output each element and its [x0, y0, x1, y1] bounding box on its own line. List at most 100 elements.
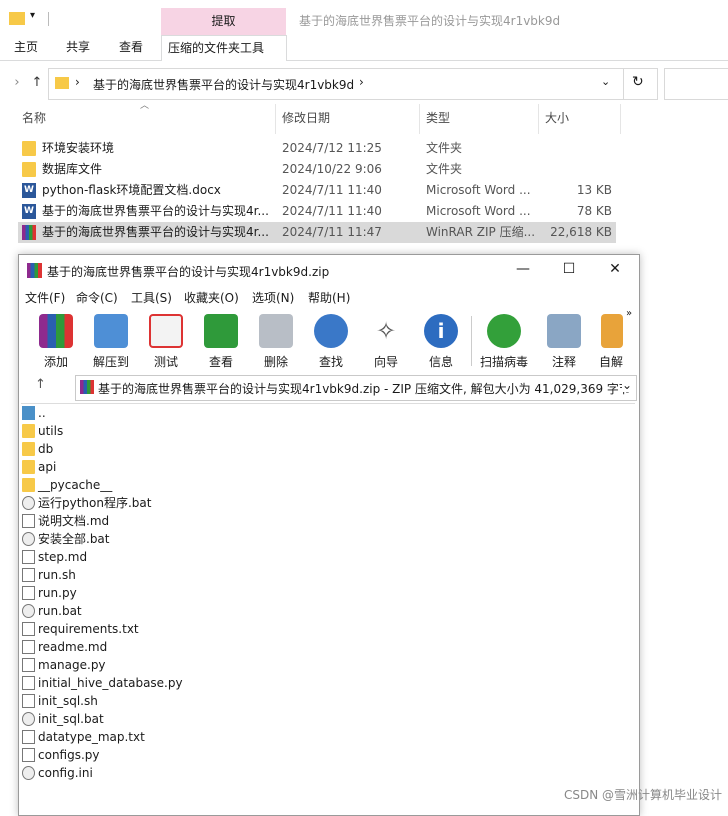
- menu-tools[interactable]: 工具(S): [131, 289, 172, 306]
- file-size: 13 KB: [576, 183, 612, 197]
- menu-favorites[interactable]: 收藏夹(O): [184, 289, 239, 306]
- file-name: 环境安装环境: [42, 141, 115, 155]
- scan-virus-label: 扫描病毒: [479, 355, 528, 369]
- tab-share[interactable]: 共享: [60, 35, 96, 60]
- menu-help[interactable]: 帮助(H): [308, 289, 350, 306]
- entry-name: requirements.txt: [38, 622, 139, 636]
- toolbar-divider: [471, 316, 472, 366]
- entry-name: __pycache__: [38, 478, 113, 492]
- view-button[interactable]: 查看: [196, 312, 246, 370]
- entry-name: 运行python程序.bat: [38, 496, 152, 510]
- extract-to-button[interactable]: 解压到: [86, 312, 136, 370]
- column-type[interactable]: 类型: [426, 106, 450, 132]
- menu-commands[interactable]: 命令(C): [76, 289, 118, 306]
- entry-name: init_sql.bat: [38, 712, 104, 726]
- folder-icon: [22, 424, 35, 438]
- winrar-title-bar[interactable]: 基于的海底世界售票平台的设计与实现4r1vbk9d.zip — ☐ ✕: [19, 255, 639, 285]
- entry-name: initial_hive_database.py: [38, 676, 183, 690]
- address-bar[interactable]: › 基于的海底世界售票平台的设计与实现4r1vbk9d › ⌄ ↻: [48, 68, 658, 100]
- close-icon[interactable]: ✕: [607, 261, 623, 277]
- wizard-label: 向导: [373, 355, 398, 369]
- file-size: 22,618 KB: [550, 225, 612, 239]
- file-type: Microsoft Word ...: [426, 183, 531, 197]
- folder-icon: [22, 460, 35, 474]
- column-size[interactable]: 大小: [545, 106, 569, 132]
- wizard-button[interactable]: ✧ 向导: [361, 312, 411, 370]
- dropdown-arrow-icon[interactable]: ▾: [30, 10, 35, 21]
- winrar-window: 基于的海底世界售票平台的设计与实现4r1vbk9d.zip — ☐ ✕ 文件(F…: [18, 254, 640, 816]
- folder-extract-icon: [94, 314, 128, 348]
- chevron-down-icon[interactable]: ⌄: [622, 378, 633, 392]
- info-label: 信息: [428, 355, 453, 369]
- toolbar: 添加 解压到 测试 查看 删除 查找 ✧ 向导 i 信息 扫描病毒 注释 自解 …: [19, 308, 639, 370]
- document-icon: [22, 640, 35, 654]
- context-tab-extract[interactable]: 提取: [161, 8, 286, 35]
- tab-home[interactable]: 主页: [8, 35, 44, 60]
- file-date: 2024/7/11 11:40: [282, 204, 382, 218]
- file-size: 78 KB: [576, 204, 612, 218]
- test-button[interactable]: 测试: [141, 312, 191, 370]
- column-divider[interactable]: [419, 104, 420, 134]
- refresh-icon[interactable]: ↻: [632, 74, 644, 90]
- column-divider[interactable]: [275, 104, 276, 134]
- find-button[interactable]: 查找: [306, 312, 356, 370]
- entry-name: run.py: [38, 586, 77, 600]
- entry-name: init_sql.sh: [38, 694, 98, 708]
- archive-path-field[interactable]: 基于的海底世界售票平台的设计与实现4r1vbk9d.zip - ZIP 压缩文件…: [75, 375, 637, 401]
- document-icon: [22, 622, 35, 636]
- add-label: 添加: [43, 355, 68, 369]
- divider: [623, 69, 624, 99]
- up-arrow-icon[interactable]: ↑: [28, 74, 46, 92]
- maximize-icon[interactable]: ☐: [561, 261, 577, 277]
- info-button[interactable]: i 信息: [416, 312, 466, 370]
- scan-virus-button[interactable]: 扫描病毒: [479, 312, 529, 370]
- menu-file[interactable]: 文件(F): [25, 289, 65, 306]
- tab-view[interactable]: 查看: [113, 35, 149, 60]
- menu-bar: 文件(F) 命令(C) 工具(S) 收藏夹(O) 选项(N) 帮助(H): [19, 286, 639, 308]
- settings-file-icon: [22, 766, 35, 780]
- list-item[interactable]: W 基于的海底世界售票平台的设计与实现4r... 2024/7/11 11:40…: [18, 201, 616, 222]
- chevron-double-right-icon[interactable]: »: [626, 308, 632, 319]
- tab-compressed-folder-tools[interactable]: 压缩的文件夹工具: [161, 35, 287, 61]
- divider: [48, 12, 49, 26]
- breadcrumb[interactable]: 基于的海底世界售票平台的设计与实现4r1vbk9d: [93, 76, 354, 93]
- entry-name: configs.py: [38, 748, 100, 762]
- folder-icon: [22, 141, 36, 156]
- document-icon: [22, 514, 35, 528]
- column-name[interactable]: 名称: [22, 106, 46, 132]
- entry-name: manage.py: [38, 658, 106, 672]
- list-item-selected[interactable]: 基于的海底世界售票平台的设计与实现4r... 2024/7/11 11:47 W…: [18, 222, 616, 243]
- self-extract-button[interactable]: 自解: [589, 312, 629, 370]
- delete-button[interactable]: 删除: [251, 312, 301, 370]
- file-name: 基于的海底世界售票平台的设计与实现4r...: [42, 204, 269, 218]
- folder-icon: [55, 77, 69, 89]
- self-extract-label: 自解: [598, 355, 623, 369]
- chevron-right-icon[interactable]: ›: [8, 74, 26, 92]
- path-bar: ↑ 基于的海底世界售票平台的设计与实现4r1vbk9d.zip - ZIP 压缩…: [19, 373, 639, 401]
- up-arrow-icon[interactable]: ↑: [35, 377, 46, 392]
- add-button[interactable]: 添加: [31, 312, 81, 370]
- column-divider[interactable]: [538, 104, 539, 134]
- column-divider[interactable]: [620, 104, 621, 134]
- list-item[interactable]: 数据库文件 2024/10/22 9:06 文件夹: [18, 159, 616, 180]
- document-icon: [22, 730, 35, 744]
- comment-button[interactable]: 注释: [539, 312, 589, 370]
- entry-name: 说明文档.md: [38, 514, 110, 528]
- search-input[interactable]: [664, 68, 728, 100]
- list-item[interactable]: 环境安装环境 2024/7/12 11:25 文件夹: [18, 138, 616, 159]
- book-icon: [204, 314, 238, 348]
- trash-icon: [259, 314, 293, 348]
- winrar-icon: [22, 225, 36, 240]
- file-type: 文件夹: [426, 141, 463, 155]
- chevron-down-icon[interactable]: ⌄: [601, 75, 610, 88]
- minimize-icon[interactable]: —: [515, 261, 531, 277]
- window-title: 基于的海底世界售票平台的设计与实现4r1vbk9d: [299, 14, 561, 28]
- document-icon: [22, 550, 35, 564]
- ribbon-tabs: 主页 共享 查看 压缩的文件夹工具: [0, 35, 728, 61]
- winrar-icon: [80, 380, 94, 394]
- list-item[interactable]: W python-flask环境配置文档.docx 2024/7/11 11:4…: [18, 180, 616, 201]
- entry-name: readme.md: [38, 640, 108, 654]
- column-date[interactable]: 修改日期: [282, 106, 330, 132]
- menu-options[interactable]: 选项(N): [252, 289, 294, 306]
- entry-name: 安装全部.bat: [38, 532, 110, 546]
